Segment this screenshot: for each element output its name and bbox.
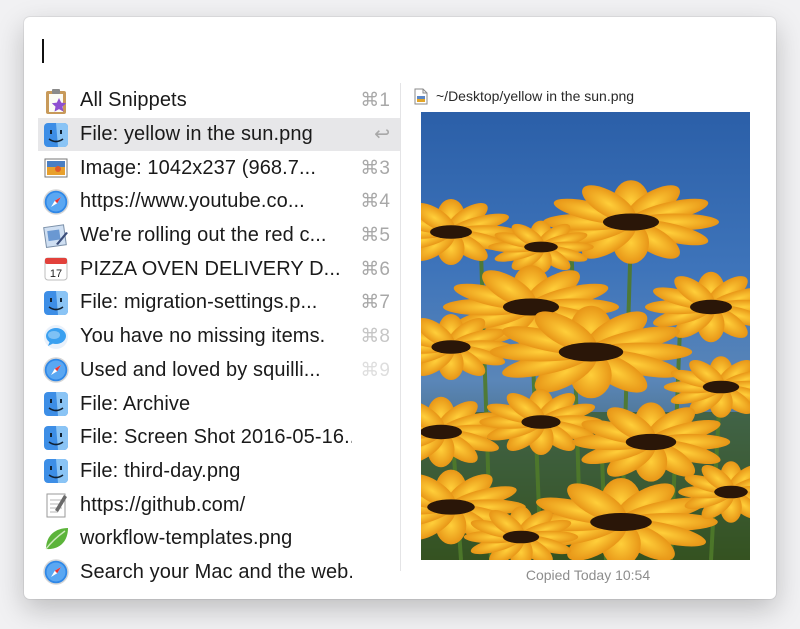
result-item-shortcut: ⌘5: [360, 225, 390, 247]
mail-icon: [42, 222, 70, 250]
result-item-label: PIZZA OVEN DELIVERY D...: [80, 257, 341, 280]
result-item-label: File: migration-settings.p...: [80, 291, 318, 314]
leaf-icon: [42, 525, 70, 553]
result-item[interactable]: Search your Mac and the web...: [38, 556, 400, 590]
result-item-label: You have no missing items.: [80, 325, 326, 348]
file-path-row: ~/Desktop/yellow in the sun.png: [414, 83, 634, 109]
result-item-label: File: yellow in the sun.png: [80, 123, 313, 146]
result-list: All Snippets ⌘1 File: yellow in the sun.pn…: [38, 84, 400, 589]
result-item[interactable]: File: Screen Shot 2016-05-16...: [38, 421, 400, 455]
result-item[interactable]: workflow-templates.png: [38, 522, 400, 556]
result-item[interactable]: 17 PIZZA OVEN DELIVERY D... ⌘6: [38, 252, 400, 286]
file-icon: [414, 88, 428, 104]
result-item[interactable]: File: yellow in the sun.png ↩: [38, 117, 400, 152]
textedit-icon: [42, 491, 70, 519]
launcher-window: All Snippets ⌘1 File: yellow in the sun.pn…: [24, 17, 776, 599]
svg-text:17: 17: [50, 268, 62, 280]
result-item[interactable]: https://www.youtube.co... ⌘4: [38, 185, 400, 219]
finder-icon: [42, 457, 70, 485]
finder-icon: [42, 424, 70, 452]
result-item-shortcut: ⌘1: [360, 90, 390, 112]
result-item[interactable]: Image: 1042x237 (968.7... ⌘3: [38, 151, 400, 185]
result-item[interactable]: All Snippets ⌘1: [38, 84, 400, 118]
yellow-flowers-photo: [421, 112, 750, 560]
result-item-label: Used and loved by squilli...: [80, 358, 321, 381]
result-item[interactable]: Used and loved by squilli... ⌘9: [38, 354, 400, 388]
result-item-shortcut: ⌘8: [360, 326, 390, 348]
pane-divider: [400, 83, 401, 571]
result-item-shortcut: ⌘6: [360, 258, 390, 280]
snippets-clipboard-icon: [42, 87, 70, 115]
result-item-label: Search your Mac and the web...: [80, 560, 352, 583]
result-item[interactable]: We're rolling out the red c... ⌘5: [38, 219, 400, 253]
result-item-label: https://github.com/: [80, 493, 246, 516]
result-item-label: All Snippets: [80, 89, 187, 112]
result-item[interactable]: File: third-day.png: [38, 455, 400, 489]
finder-icon: [42, 390, 70, 418]
result-item-shortcut: ⌘7: [360, 292, 390, 314]
result-item-label: https://www.youtube.co...: [80, 190, 305, 213]
finder-icon: [42, 289, 70, 317]
file-path: ~/Desktop/yellow in the sun.png: [436, 88, 635, 104]
copied-timestamp: Copied Today 10:54: [525, 567, 651, 583]
search-input[interactable]: [38, 35, 738, 67]
result-item-label: workflow-templates.png: [80, 527, 293, 550]
safari-icon: [42, 188, 70, 216]
safari-icon: [42, 356, 70, 384]
preview-pane: ~/Desktop/yellow in the sun.png Copied T…: [412, 83, 764, 593]
result-item-label: File: Screen Shot 2016-05-16...: [80, 426, 352, 449]
result-item-label: Image: 1042x237 (968.7...: [80, 156, 316, 179]
result-item[interactable]: File: Archive: [38, 387, 400, 421]
result-item-label: File: third-day.png: [80, 459, 241, 482]
result-item[interactable]: https://github.com/: [38, 488, 400, 522]
safari-icon: [42, 558, 70, 586]
text-cursor: [42, 39, 44, 63]
search-area: [24, 17, 776, 79]
result-item-shortcut: ↩: [374, 124, 390, 146]
result-item-shortcut: ⌘4: [360, 191, 390, 213]
image-preview[interactable]: [421, 112, 750, 560]
result-item-label: File: Archive: [80, 392, 191, 415]
calendar-icon: 17: [42, 255, 70, 283]
result-item[interactable]: File: migration-settings.p... ⌘7: [38, 286, 400, 320]
result-item-label: We're rolling out the red c...: [80, 224, 327, 247]
finder-icon: [42, 121, 70, 149]
preview-image-icon: [42, 154, 70, 182]
result-item-shortcut: ⌘9: [360, 359, 390, 381]
result-item[interactable]: You have no missing items. ⌘8: [38, 320, 400, 354]
result-item-shortcut: ⌘3: [360, 157, 390, 179]
messages-icon: [42, 323, 70, 351]
